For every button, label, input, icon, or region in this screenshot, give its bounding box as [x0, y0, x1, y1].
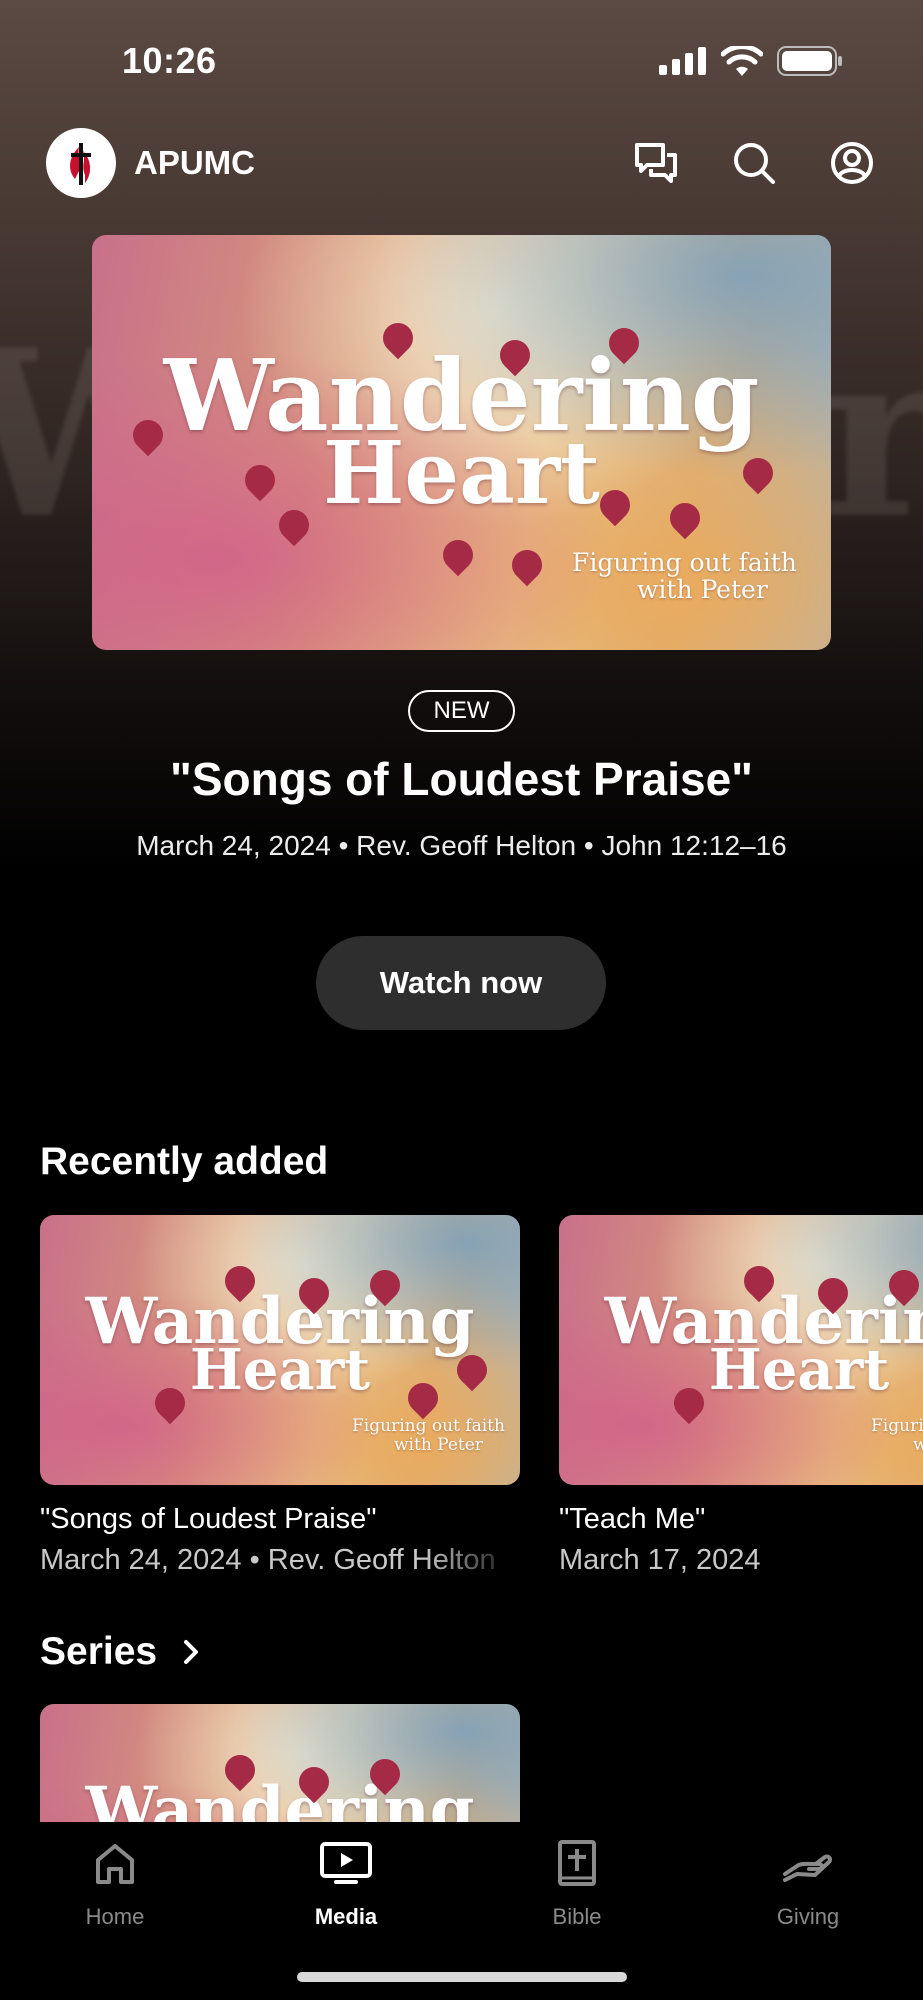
status-icons	[659, 46, 843, 76]
series-heading: Series	[40, 1630, 158, 1673]
thumbnail-title-line2: Heart	[189, 1337, 371, 1403]
search-icon	[734, 143, 775, 184]
status-time: 10:26	[122, 40, 217, 81]
bible-icon	[558, 1840, 596, 1886]
wifi-icon	[721, 46, 763, 76]
artwork-subtitle-line1: Figuring out faith	[572, 548, 797, 577]
media-card[interactable]: Wandering Heart Figuring out faith with …	[40, 1215, 520, 1577]
tv-play-icon	[320, 1842, 372, 1884]
media-screen: Wandering 10:26	[0, 0, 923, 2000]
messages-button[interactable]	[632, 139, 680, 187]
hero-meta: March 24, 2024 • Rev. Geoff Helton • Joh…	[136, 830, 787, 861]
artwork-title-line2: Heart	[323, 423, 600, 524]
home-indicator[interactable]	[297, 1972, 627, 1982]
profile-button[interactable]	[828, 139, 876, 187]
watch-now-button[interactable]: Watch now	[316, 936, 606, 1030]
header-actions	[632, 139, 876, 187]
giving-hand-icon	[783, 1854, 833, 1882]
media-card-title: "Teach Me"	[559, 1503, 706, 1535]
cellular-signal-icon	[659, 47, 706, 75]
profile-icon	[831, 142, 873, 184]
chat-bubbles-icon	[635, 143, 677, 183]
media-card-meta: March 24, 2024 • Rev. Geoff Helton	[40, 1544, 496, 1576]
tab-media[interactable]: Media	[266, 1836, 426, 1930]
media-card-thumbnail: Wandering Heart Figuring out faith with …	[40, 1215, 520, 1485]
tab-giving[interactable]: Giving	[728, 1836, 888, 1930]
tab-label: Home	[85, 1904, 145, 1929]
artwork-subtitle-line2: with Peter	[637, 575, 768, 604]
tab-home[interactable]: Home	[35, 1836, 195, 1930]
media-card[interactable]: Wandering Heart Figuring out faith with …	[559, 1215, 923, 1577]
media-card-thumbnail: Wandering Heart Figuring out faith with …	[559, 1215, 923, 1485]
status-bar: 10:26	[0, 0, 923, 120]
new-badge: NEW	[408, 690, 515, 732]
hero-artwork[interactable]: Wandering Heart Figuring out faith with …	[92, 235, 831, 650]
thumbnail-subtitle-line2: with Peter	[913, 1435, 923, 1455]
thumbnail-title-line2: Heart	[708, 1337, 890, 1403]
media-card-meta: March 17, 2024	[559, 1544, 761, 1576]
chevron-right-icon	[184, 1640, 199, 1664]
search-button[interactable]	[730, 139, 778, 187]
tab-label: Media	[314, 1904, 378, 1929]
home-icon	[96, 1844, 134, 1884]
series-heading-link[interactable]: Series	[40, 1630, 201, 1674]
hero-title: "Songs of Loudest Praise"	[170, 753, 753, 805]
media-card-title: "Songs of Loudest Praise"	[40, 1503, 377, 1535]
church-logo[interactable]	[46, 128, 116, 198]
tab-bible[interactable]: Bible	[497, 1836, 657, 1930]
thumbnail-subtitle-line2: with Peter	[394, 1435, 483, 1455]
app-header: APUMC	[46, 128, 876, 198]
thumbnail-subtitle-line1: Figuring out faith	[871, 1416, 923, 1436]
brand-name: APUMC	[134, 144, 255, 181]
thumbnail-subtitle-line1: Figuring out faith	[352, 1416, 505, 1436]
tab-label: Bible	[552, 1904, 602, 1929]
cross-flame-icon	[70, 143, 91, 185]
battery-icon	[777, 46, 842, 76]
tab-label: Giving	[776, 1904, 840, 1929]
recently-added-heading: Recently added	[40, 1140, 329, 1183]
